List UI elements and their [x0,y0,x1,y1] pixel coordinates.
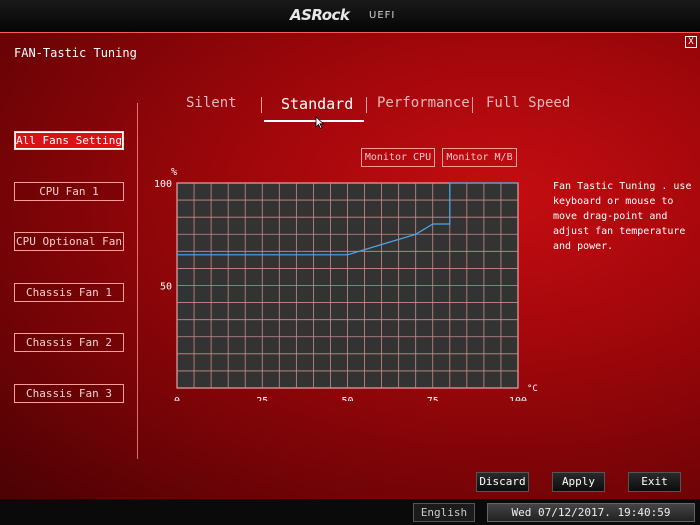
tab-full-speed[interactable]: Full Speed [486,95,570,111]
fan-chassis-fan-1[interactable]: Chassis Fan 1 [14,283,124,302]
tab-performance[interactable]: Performance [377,95,470,111]
tab-standard[interactable]: Standard [281,95,353,113]
help-text: Fan Tastic Tuning . use keyboard or mous… [553,181,692,252]
discard-button[interactable]: Discard [476,472,529,492]
page-title: FAN-Tastic Tuning [14,46,137,60]
x-tick-label: 25 [256,396,268,401]
x-tick-label: 0 [174,396,180,401]
top-bar: ASRock UEFI [0,0,700,32]
x-axis-unit: °C [527,384,538,394]
tab-separator [366,97,367,113]
asrock-logo: ASRock [290,6,350,24]
fan-cpu-optional-fan[interactable]: CPU Optional Fan [14,232,124,251]
y-tick-label: 100 [154,179,172,190]
active-tab-underline [264,120,364,122]
tab-separator [261,97,262,113]
fan-all-fans-setting[interactable]: All Fans Setting [14,131,124,150]
sidebar-divider [137,103,138,459]
fan-chassis-fan-2[interactable]: Chassis Fan 2 [14,333,124,352]
tab-separator [472,97,473,113]
uefi-label: UEFI [369,10,396,21]
fan-cpu-fan-1[interactable]: CPU Fan 1 [14,182,124,201]
fan-tuning-panel: FAN-Tastic Tuning X Silent Standard Perf… [0,32,700,499]
datetime-display: Wed 07/12/2017. 19:40:59 [487,503,695,522]
y-tick-label: 50 [160,282,172,293]
fan-curve-chart[interactable]: 0 25 50 75 100 50 100% °C [150,161,540,401]
mouse-cursor-icon [315,116,325,130]
close-button[interactable]: X [685,36,697,48]
x-tick-label: 100 [509,396,527,401]
language-selector[interactable]: English [413,503,475,522]
tab-silent[interactable]: Silent [186,95,237,111]
y-axis-unit: % [171,167,177,178]
x-tick-label: 50 [341,396,353,401]
exit-button[interactable]: Exit [628,472,681,492]
x-tick-label: 75 [427,396,439,401]
apply-button[interactable]: Apply [552,472,605,492]
fan-chassis-fan-3[interactable]: Chassis Fan 3 [14,384,124,403]
